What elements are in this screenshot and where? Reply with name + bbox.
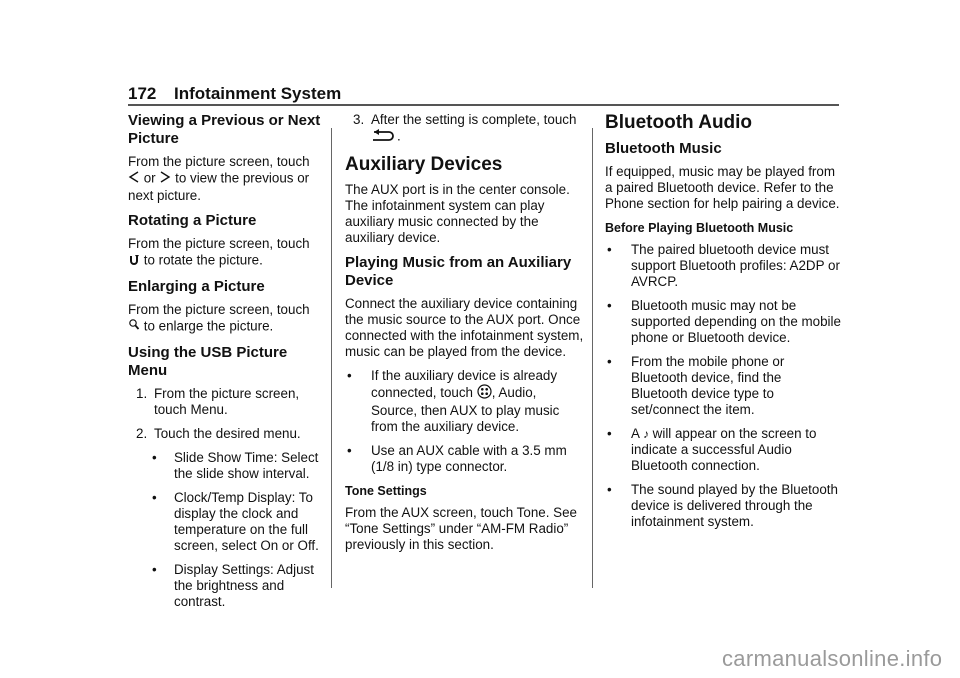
heading-usb-picture-menu: Using the USB Picture Menu (128, 344, 288, 379)
list-item: 2. Touch the desired menu. • Slide Show Ti… (128, 426, 324, 610)
list-item: • Display Settings: Adjust the brightness… (150, 562, 324, 610)
paragraph-rotating-picture: From the picture screen, touch to rotate… (128, 236, 324, 270)
chevron-left-icon (128, 170, 140, 188)
paragraph-bluetooth-music: If equipped, music may be played from a … (605, 164, 840, 211)
bluetooth-bullets: • The paired bluetooth device must suppor… (605, 242, 841, 530)
heading-playing-music-aux: Playing Music from an Auxiliary Device (345, 254, 572, 289)
paragraph-enlarging-picture: From the picture screen, touch to enlarg… (128, 302, 324, 336)
heading-enlarging-picture: Enlarging a Picture (128, 278, 265, 295)
list-item: • A ♪ will appear on the screen to indica… (605, 426, 841, 474)
column-divider-2 (592, 128, 593, 588)
list-item: • Slide Show Time: Select the slide show … (150, 450, 324, 482)
paragraph-aux: The AUX port is in the center console. T… (345, 182, 570, 245)
list-item: 3. After the setting is complete, touch . (345, 112, 585, 146)
column-divider-1 (331, 128, 332, 588)
step-text: From the picture screen, touch Menu. (154, 386, 300, 417)
bullet: • (607, 298, 612, 313)
paragraph-viewing-picture: From the picture screen, touch or to vie… (128, 154, 324, 204)
section-title: Infotainment System (174, 84, 342, 103)
bullet-text: Display Settings: Adjust the brightness … (174, 562, 314, 609)
list-item: • The paired bluetooth device must suppor… (605, 242, 841, 290)
step-text: Touch the desired menu. (154, 426, 301, 441)
bullet: • (607, 426, 612, 441)
column-1: Viewing a Previous or Next Picture From … (128, 108, 324, 618)
bullet: • (607, 482, 612, 497)
paragraph-tone-settings: From the AUX screen, touch Tone. See “To… (345, 505, 577, 552)
bullet-text: Slide Show Time: Select the slide show i… (174, 450, 319, 481)
text: From the picture screen, touch (128, 154, 310, 169)
step-text: After the setting is complete, touch (371, 112, 577, 127)
bullet-text: The sound played by the Bluetooth device… (631, 482, 838, 529)
header-rule (128, 104, 839, 106)
text: or (143, 170, 156, 186)
menu-options-list: • Slide Show Time: Select the slide show … (150, 450, 324, 610)
bullet: • (607, 242, 612, 257)
rotate-icon (128, 252, 140, 270)
page-header: 172 Infotainment System (128, 84, 838, 104)
aux-bullets: • If the auxiliary device is already conn… (345, 368, 585, 475)
steps-list: 1. From the picture screen, touch Menu. 2… (128, 386, 324, 610)
heading-bluetooth-music: Bluetooth Music (605, 140, 722, 157)
bullet: • (347, 443, 352, 458)
bullet: • (607, 354, 612, 369)
text: to enlarge the picture. (143, 318, 274, 334)
column-2: 3. After the setting is complete, touch .… (345, 108, 585, 561)
bullet-text: A (631, 426, 640, 441)
text: to rotate the picture. (143, 252, 263, 268)
back-icon (371, 128, 397, 146)
list-item: • Use an AUX cable with a 3.5 mm (1/8 in)… (345, 443, 585, 475)
bullet: • (152, 450, 157, 465)
bullet-text: Clock/Temp Display: To display the clock… (174, 490, 319, 553)
step-number: 1. (136, 386, 148, 401)
list-item: • From the mobile phone or Bluetooth devi… (605, 354, 841, 418)
list-item: • If the auxiliary device is already conn… (345, 368, 585, 435)
steps-list-continued: 3. After the setting is complete, touch . (345, 112, 585, 146)
heading-rotating-picture: Rotating a Picture (128, 212, 257, 229)
chevron-right-icon (159, 170, 171, 188)
heading-auxiliary-devices: Auxiliary Devices (345, 154, 503, 175)
list-item: • Bluetooth music may not be supported de… (605, 298, 841, 346)
music-note-icon: ♪ (642, 427, 649, 441)
bullet-text: From the mobile phone or Bluetooth devic… (631, 354, 785, 417)
watermark: carmanualsonline.info (722, 646, 943, 671)
text: From the picture screen, touch (128, 302, 310, 317)
list-item: • The sound played by the Bluetooth devic… (605, 482, 841, 530)
page-number: 172 (128, 84, 157, 103)
bullet-text: Use an AUX cable with a 3.5 mm (1/8 in) … (371, 443, 567, 474)
text: From the picture screen, touch (128, 236, 310, 251)
step-number: 2. (136, 426, 148, 441)
list-item: 1. From the picture screen, touch Menu. (128, 386, 324, 418)
heading-tone-settings: Tone Settings (345, 484, 427, 498)
bullet-text: The paired bluetooth device must support… (631, 242, 840, 289)
text: to view the previous or next picture. (128, 170, 310, 203)
list-item: • Clock/Temp Display: To display the cloc… (150, 490, 324, 554)
home-apps-icon (477, 384, 492, 403)
paragraph-playing-music: Connect the auxiliary device containing … (345, 296, 584, 359)
text: . (397, 128, 401, 144)
column-3: Bluetooth Audio Bluetooth Music If equip… (605, 108, 841, 538)
heading-viewing-picture: Viewing a Previous or Next Picture (128, 112, 321, 147)
bullet: • (152, 562, 157, 577)
bullet: • (347, 368, 352, 383)
heading-bluetooth-audio: Bluetooth Audio (605, 112, 753, 133)
bullet-text: Bluetooth music may not be supported dep… (631, 298, 841, 345)
bullet: • (152, 490, 157, 505)
bullet-text: will appear on the screen to indicate a … (631, 426, 817, 473)
heading-before-playing: Before Playing Bluetooth Music (605, 221, 794, 235)
step-number: 3. (353, 112, 365, 127)
magnifier-icon (128, 318, 140, 336)
